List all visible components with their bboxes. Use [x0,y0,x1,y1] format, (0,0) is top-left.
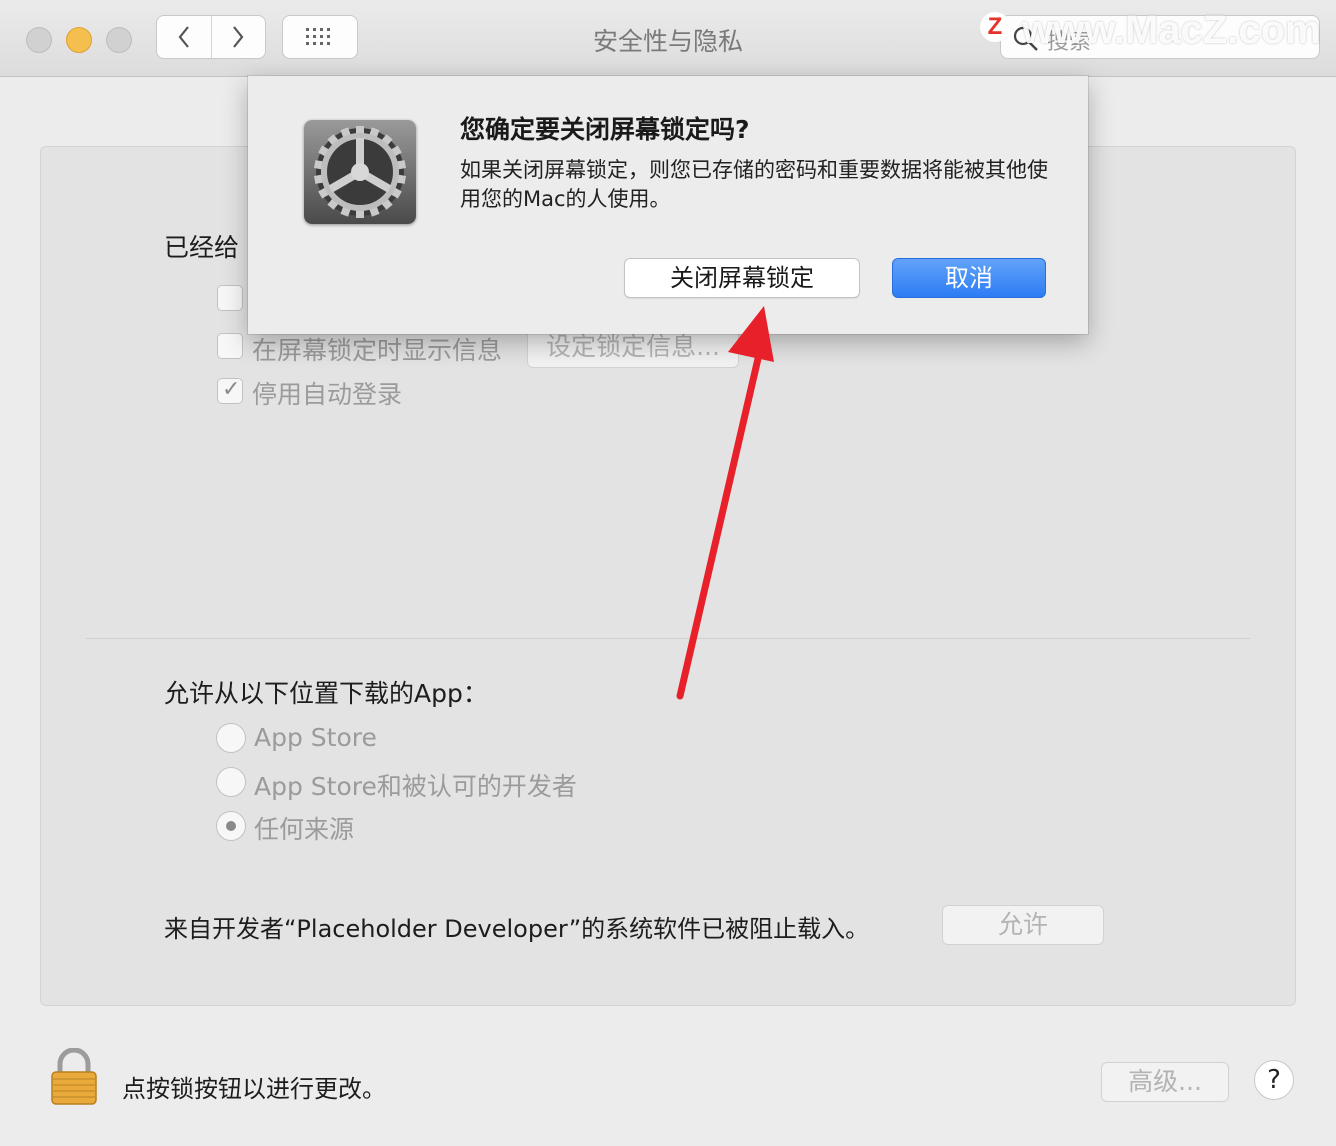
dialog-message: 如果关闭屏幕锁定，则您已存储的密码和重要数据将能被其他使用您的Mac的人使用。 [460,158,1048,211]
radio-identified-developers[interactable] [216,767,246,797]
show-message-label: 在屏幕锁定时显示信息 [252,336,503,365]
require-password-checkbox[interactable] [217,285,243,311]
disable-auto-login-label: 停用自动登录 [252,380,403,409]
radio-app-store-label: App Store [254,723,377,752]
radio-identified-developers-label: App Store和被认可的开发者 [254,772,577,801]
help-button[interactable]: ? [1254,1060,1294,1100]
radio-anywhere-label: 任何来源 [254,815,355,844]
radio-app-store[interactable] [216,723,246,753]
allow-button[interactable]: 允许 [942,905,1104,945]
turn-off-screen-lock-button[interactable]: 关闭屏幕锁定 [624,258,860,298]
show-message-checkbox[interactable] [217,333,243,359]
watermark-logo: Z [980,12,1010,42]
confirm-dialog: 您确定要关闭屏幕锁定吗? 如果关闭屏幕锁定，则您已存储的密码和重要数据将能被其他… [248,76,1088,334]
general-heading: 已经给 [164,233,240,262]
downloads-heading: 允许从以下位置下载的App： [164,679,488,708]
disable-auto-login-checkbox[interactable] [217,377,243,404]
system-preferences-icon [304,120,416,224]
advanced-button[interactable]: 高级... [1101,1062,1229,1102]
lock-message: 点按锁按钮以进行更改。 [122,1075,386,1103]
section-divider [86,638,1250,639]
title-bar: 安全性与隐私 搜索 Z www.MacZ.com [0,0,1336,77]
blocked-software-message: 来自开发者“Placeholder Developer”的系统软件已被阻止载入。 [164,915,870,943]
watermark-text: www.MacZ.com [1022,8,1321,52]
dialog-title: 您确定要关闭屏幕锁定吗? [460,115,750,144]
cancel-button[interactable]: 取消 [892,258,1046,298]
padlock-icon[interactable] [50,1048,98,1106]
radio-anywhere[interactable] [216,811,246,841]
